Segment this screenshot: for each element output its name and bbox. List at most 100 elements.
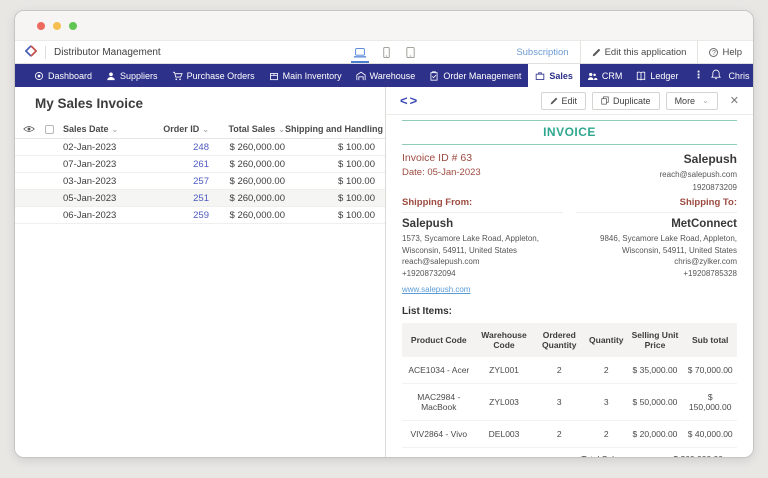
- select-all-checkbox[interactable]: [45, 125, 54, 134]
- close-detail-icon[interactable]: ✕: [724, 94, 743, 107]
- edit-button[interactable]: Edit: [541, 92, 587, 110]
- sort-caret-icon[interactable]: ⌄: [202, 125, 209, 134]
- close-window-button[interactable]: [37, 22, 45, 30]
- nav-item-purchase-orders[interactable]: Purchase Orders: [165, 64, 262, 87]
- nav-item-main-inventory[interactable]: Main Inventory: [262, 64, 349, 87]
- nav-item-order-management[interactable]: Order Management: [422, 64, 528, 87]
- help-button[interactable]: ? Help: [697, 41, 753, 63]
- table-row-selected[interactable]: 05-Jan-2023 251 $ 260,000.00 $ 100.00: [15, 190, 385, 207]
- nav-item-warehouse[interactable]: Warehouse: [349, 64, 423, 87]
- nav-label: Suppliers: [120, 71, 158, 81]
- table-row[interactable]: 07-Jan-2023 261 $ 260,000.00 $ 100.00: [15, 156, 385, 173]
- shipping-to-phone: +19208785328: [576, 268, 737, 280]
- pencil-icon: [592, 48, 601, 57]
- cell-total-sales: $ 260,000.00: [209, 210, 285, 221]
- warehouse-icon: [356, 71, 366, 81]
- col-product-code: Product Code: [402, 323, 476, 357]
- app-name: Distributor Management: [54, 47, 161, 58]
- cell-ordered-quantity: 2: [532, 421, 586, 448]
- more-button[interactable]: More ⌄: [666, 92, 718, 110]
- order-id-link[interactable]: 257: [153, 176, 209, 187]
- total-label: Total Sales: [581, 454, 623, 457]
- table-row[interactable]: 06-Jan-2023 259 $ 260,000.00 $ 100.00: [15, 207, 385, 224]
- table-row[interactable]: 03-Jan-2023 257 $ 260,000.00 $ 100.00: [15, 173, 385, 190]
- list-header-row: Sales Date⌄ Order ID⌄ Total Sales⌄ Shipp…: [15, 120, 385, 139]
- cell-sub-total: $ 40,000.00: [683, 421, 737, 448]
- notifications-bell-icon[interactable]: [711, 69, 721, 82]
- toolbar-right-actions: Subscription Edit this application ? Hel…: [505, 41, 753, 63]
- cell-sales-date: 07-Jan-2023: [63, 159, 153, 170]
- cell-total-sales: $ 260,000.00: [209, 142, 285, 153]
- record-prev-next-icon[interactable]: <>: [400, 93, 419, 108]
- cell-selling-unit-price: $ 35,000.00: [627, 357, 684, 384]
- order-id-link[interactable]: 259: [153, 210, 209, 221]
- cell-quantity: 3: [586, 384, 626, 421]
- nav-item-crm[interactable]: CRM: [580, 64, 630, 87]
- order-id-link[interactable]: 251: [153, 193, 209, 204]
- nav-overflow-button[interactable]: ⋮: [685, 64, 711, 87]
- nav-label: Purchase Orders: [187, 71, 255, 81]
- app-toolbar: Distributor Management Subscription Edit…: [15, 41, 753, 64]
- cell-product-code: MAC2984 - MacBook: [402, 384, 476, 421]
- invoice-meta: Invoice ID # 63 Date: 05-Jan-2023: [402, 152, 481, 192]
- user-name[interactable]: Chris: [728, 71, 749, 81]
- help-label: Help: [722, 47, 742, 58]
- sort-caret-icon[interactable]: ⌄: [112, 125, 119, 134]
- line-items-header-row: Product Code Warehouse Code Ordered Quan…: [402, 323, 737, 357]
- col-selling-unit-price: Selling Unit Price: [627, 323, 684, 357]
- col-quantity: Quantity: [586, 323, 626, 357]
- shipping-from-label: Shipping From:: [402, 197, 563, 213]
- cell-selling-unit-price: $ 20,000.00: [627, 421, 684, 448]
- shipping-section: Shipping From: Salepush 1573, Sycamore L…: [402, 197, 737, 297]
- edit-application-button[interactable]: Edit this application: [580, 41, 698, 63]
- nav-item-sales[interactable]: Sales: [528, 64, 580, 87]
- duplicate-button[interactable]: Duplicate: [592, 92, 660, 110]
- mobile-preview-icon[interactable]: [381, 41, 392, 63]
- duplicate-label: Duplicate: [613, 96, 651, 106]
- eye-icon[interactable]: [23, 125, 45, 133]
- column-header-order-id[interactable]: Order ID⌄: [153, 124, 209, 134]
- app-window: Distributor Management Subscription Edit…: [14, 10, 754, 458]
- cell-sales-date: 02-Jan-2023: [63, 142, 153, 153]
- maximize-window-button[interactable]: [69, 22, 77, 30]
- nav-label: CRM: [602, 71, 623, 81]
- cell-ordered-quantity: 3: [532, 384, 586, 421]
- divider: [402, 144, 737, 145]
- invoice-info-row: Invoice ID # 63 Date: 05-Jan-2023 Salepu…: [402, 152, 737, 192]
- edit-label: Edit: [562, 96, 578, 106]
- shipping-to-block: Shipping To: MetConnect 9846, Sycamore L…: [576, 197, 737, 297]
- cell-warehouse-code: ZYL001: [476, 357, 533, 384]
- nav-item-dashboard[interactable]: Dashboard: [27, 64, 99, 87]
- nav-item-suppliers[interactable]: Suppliers: [99, 64, 165, 87]
- invoice-id: Invoice ID # 63: [402, 152, 481, 164]
- nav-item-ledger[interactable]: Ledger: [629, 64, 685, 87]
- sort-caret-icon[interactable]: ⌄: [278, 125, 285, 134]
- table-row: ACE1034 - Acer ZYL001 2 2 $ 35,000.00 $ …: [402, 357, 737, 384]
- nav-user-area: Chris: [711, 64, 754, 87]
- shipping-from-website-link[interactable]: www.salepush.com: [402, 284, 470, 296]
- tablet-preview-icon[interactable]: [404, 41, 417, 63]
- desktop-preview-icon[interactable]: [351, 41, 369, 63]
- column-header-total-sales[interactable]: Total Sales⌄: [209, 124, 285, 134]
- nav-label: Ledger: [650, 71, 678, 81]
- column-header-sales-date[interactable]: Sales Date⌄: [63, 124, 153, 134]
- cell-selling-unit-price: $ 50,000.00: [627, 384, 684, 421]
- invoice-heading: INVOICE: [402, 121, 737, 144]
- cart-icon: [172, 71, 183, 81]
- main-navigation: Dashboard Suppliers Purchase Orders Main…: [15, 64, 753, 87]
- subscription-link[interactable]: Subscription: [505, 41, 579, 63]
- vendor-block: Salepush reach@salepush.com 1920873209: [660, 152, 738, 192]
- table-row[interactable]: 02-Jan-2023 248 $ 260,000.00 $ 100.00: [15, 139, 385, 156]
- cell-sales-date: 06-Jan-2023: [63, 210, 153, 221]
- order-id-link[interactable]: 261: [153, 159, 209, 170]
- more-label: More: [675, 96, 696, 106]
- order-id-link[interactable]: 248: [153, 142, 209, 153]
- minimize-window-button[interactable]: [53, 22, 61, 30]
- shipping-from-phone: +19208732094: [402, 268, 563, 280]
- book-icon: [636, 71, 646, 81]
- total-value: $ 260,000.00: [623, 454, 723, 457]
- cell-total-sales: $ 260,000.00: [209, 193, 285, 204]
- cell-product-code: ACE1034 - Acer: [402, 357, 476, 384]
- cell-shipping-charges: $ 100.00: [285, 176, 375, 187]
- app-logo-icon: [25, 45, 37, 60]
